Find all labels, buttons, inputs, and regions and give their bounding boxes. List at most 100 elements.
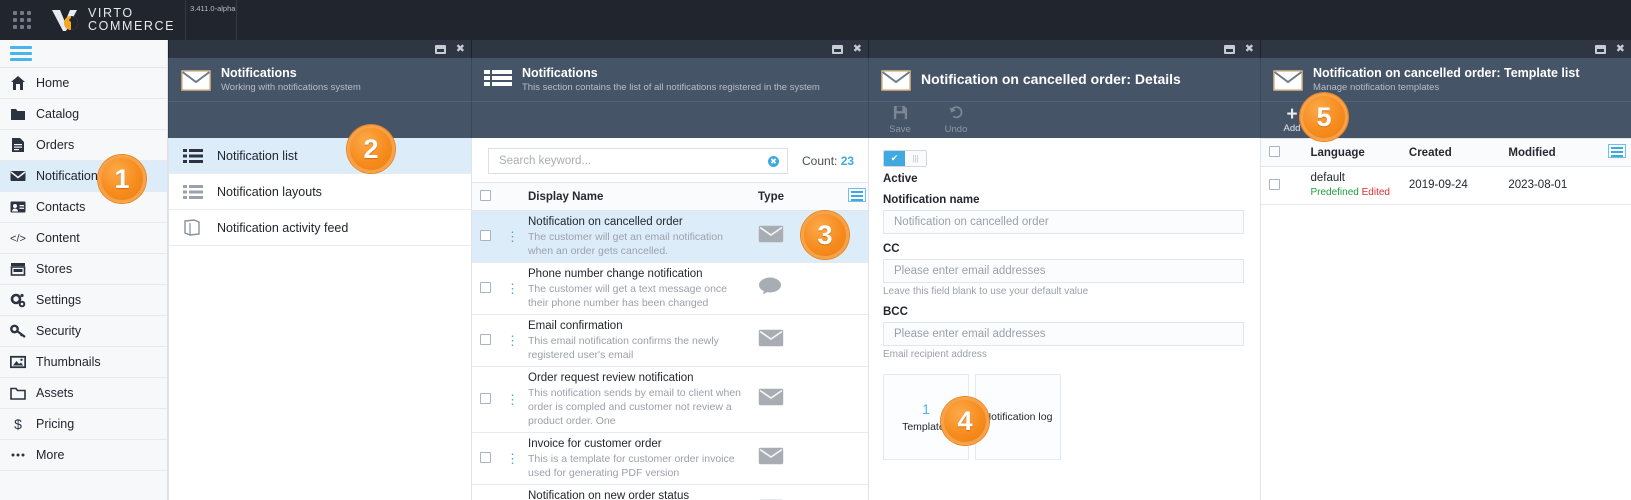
row-checkbox[interactable] (480, 230, 491, 241)
cc-hint: Leave this field blank to use your defau… (883, 286, 1244, 297)
maximize-icon[interactable] (435, 45, 446, 54)
menu-item-notification-activity-feed[interactable]: Notification activity feed (169, 210, 471, 246)
sidebar-item-label: Settings (36, 293, 81, 307)
sidebar-item-label: Pricing (36, 417, 74, 431)
select-all-checkbox[interactable] (480, 190, 491, 201)
marker-2: 2 (347, 125, 395, 173)
version-label: 3.411.0-alpha.12726pt-12665 (185, 0, 237, 40)
marker-1: 1 (98, 155, 146, 203)
sidebar-item-stores[interactable]: Stores (0, 254, 167, 285)
col-type: Type (750, 183, 840, 211)
bcc-input[interactable]: Please enter email addresses (883, 322, 1244, 346)
table-row[interactable]: ⋮Notification on new order statusThe cus… (472, 485, 868, 500)
close-icon[interactable]: ✖ (1245, 44, 1254, 55)
table-row[interactable]: ⋮Phone number change notificationThe cus… (472, 263, 868, 315)
row-actions-cell: ⋮ (498, 367, 520, 433)
blade-list-chrome: ✖ (471, 40, 868, 58)
sidebar-item-catalog[interactable]: Catalog (0, 99, 167, 130)
col-created: Created (1401, 139, 1500, 167)
blade-menu-header: Notifications Working with notifications… (168, 58, 471, 101)
search-box[interactable]: ✖ (488, 148, 788, 174)
row-language: default (1310, 171, 1392, 186)
sidebar-item-more[interactable]: More (0, 440, 167, 471)
save-button[interactable]: Save (879, 105, 921, 136)
marker-3: 3 (801, 211, 849, 259)
menu-item-label: Notification activity feed (217, 221, 348, 235)
tag-predefined: Predefined (1310, 187, 1358, 198)
table-row[interactable]: ⋮Email confirmationThis email notificati… (472, 315, 868, 367)
contact-card-icon (10, 199, 36, 215)
bcc-hint: Email recipient address (883, 349, 1244, 360)
app-grid-icon[interactable] (2, 0, 42, 40)
active-toggle[interactable]: ✔ ||| (883, 150, 927, 167)
close-icon[interactable]: ✖ (456, 44, 465, 55)
close-icon[interactable]: ✖ (1616, 44, 1625, 55)
email-icon (758, 334, 784, 351)
cc-input[interactable]: Please enter email addresses (883, 259, 1244, 283)
blade-templates-subtitle: Manage notification templates (1313, 81, 1579, 94)
widget-tiles: 1 Templates Notification log (883, 374, 1244, 460)
row-menu-icon[interactable]: ⋮ (506, 392, 519, 407)
table-row[interactable]: defaultPredefined Edited2019-09-242023-0… (1261, 167, 1631, 205)
sidebar-item-content[interactable]: </>Content (0, 223, 167, 254)
row-select-cell (472, 367, 498, 433)
sidebar-item-orders[interactable]: Orders (0, 130, 167, 161)
cc-label: CC (883, 243, 1244, 255)
table-row[interactable]: ⋮Order request review notificationThis n… (472, 367, 868, 433)
book-icon (183, 219, 205, 236)
row-actions-cell: ⋮ (498, 315, 520, 367)
row-menu-icon[interactable]: ⋮ (506, 451, 519, 466)
close-icon[interactable]: ✖ (853, 44, 862, 55)
column-options-icon[interactable] (848, 188, 866, 202)
templates-count: 1 (922, 399, 930, 419)
sidebar-item-security[interactable]: Security (0, 316, 167, 347)
clear-search-icon[interactable]: ✖ (768, 156, 779, 167)
sidebar-item-thumbnails[interactable]: Thumbnails (0, 347, 167, 378)
undo-button[interactable]: Undo (935, 105, 977, 136)
select-all-checkbox[interactable] (1269, 146, 1280, 157)
row-spacer-cell (840, 367, 868, 433)
row-menu-icon[interactable]: ⋮ (506, 333, 519, 348)
col-display-name: Display Name (520, 183, 750, 211)
maximize-icon[interactable] (832, 45, 843, 54)
row-checkbox[interactable] (480, 334, 491, 345)
ellipsis-icon (10, 447, 36, 463)
row-spacer-cell (840, 433, 868, 485)
row-checkbox[interactable] (480, 282, 491, 293)
main-sidebar: HomeCatalogOrders Notifications Contacts</… (0, 40, 168, 500)
notification-name-input[interactable]: Notification on cancelled order (883, 210, 1244, 234)
maximize-icon[interactable] (1224, 45, 1235, 54)
row-checkbox[interactable] (1269, 179, 1280, 190)
maximize-icon[interactable] (1595, 45, 1606, 54)
row-checkbox[interactable] (480, 393, 491, 404)
brand-logo[interactable]: VIRTO COMMERCE (50, 7, 175, 33)
sidebar-item-settings[interactable]: Settings (0, 285, 167, 316)
sidebar-item-contacts[interactable]: Contacts (0, 192, 167, 223)
envelope-icon (881, 69, 911, 91)
top-bar: VIRTO COMMERCE 3.411.0-alpha.12726pt-126… (0, 0, 1631, 40)
column-options-icon[interactable] (1608, 144, 1626, 158)
sidebar-item-assets[interactable]: Assets (0, 378, 167, 409)
row-menu-icon[interactable]: ⋮ (506, 229, 519, 244)
sidebar-item-label: Notifications (36, 169, 104, 183)
sidebar-item-pricing[interactable]: $Pricing (0, 409, 167, 440)
row-actions-cell: ⋮ (498, 263, 520, 315)
list-icon (183, 184, 205, 200)
sidebar-item-home[interactable]: Home (0, 68, 167, 99)
menu-item-notification-list[interactable]: Notification list (169, 138, 471, 174)
virto-logo-icon (50, 7, 80, 33)
sidebar-item-label: More (36, 448, 64, 462)
hamburger-icon (10, 46, 32, 61)
email-icon (758, 393, 784, 410)
row-checkbox[interactable] (480, 452, 491, 463)
blade-notification-details: ✖ Notification on cancelled order: Detai… (868, 40, 1260, 500)
list-icon (183, 148, 205, 164)
table-row[interactable]: ⋮Invoice for customer orderThis is a tem… (472, 433, 868, 485)
search-input[interactable] (499, 155, 768, 167)
row-menu-icon[interactable]: ⋮ (506, 281, 519, 296)
sidebar-toggle-button[interactable] (0, 40, 167, 68)
template-header-row: Language Created Modified (1261, 139, 1631, 167)
dollar-icon: $ (10, 416, 36, 432)
blade-menu-toolbar (168, 101, 471, 138)
menu-item-notification-layouts[interactable]: Notification layouts (169, 174, 471, 210)
